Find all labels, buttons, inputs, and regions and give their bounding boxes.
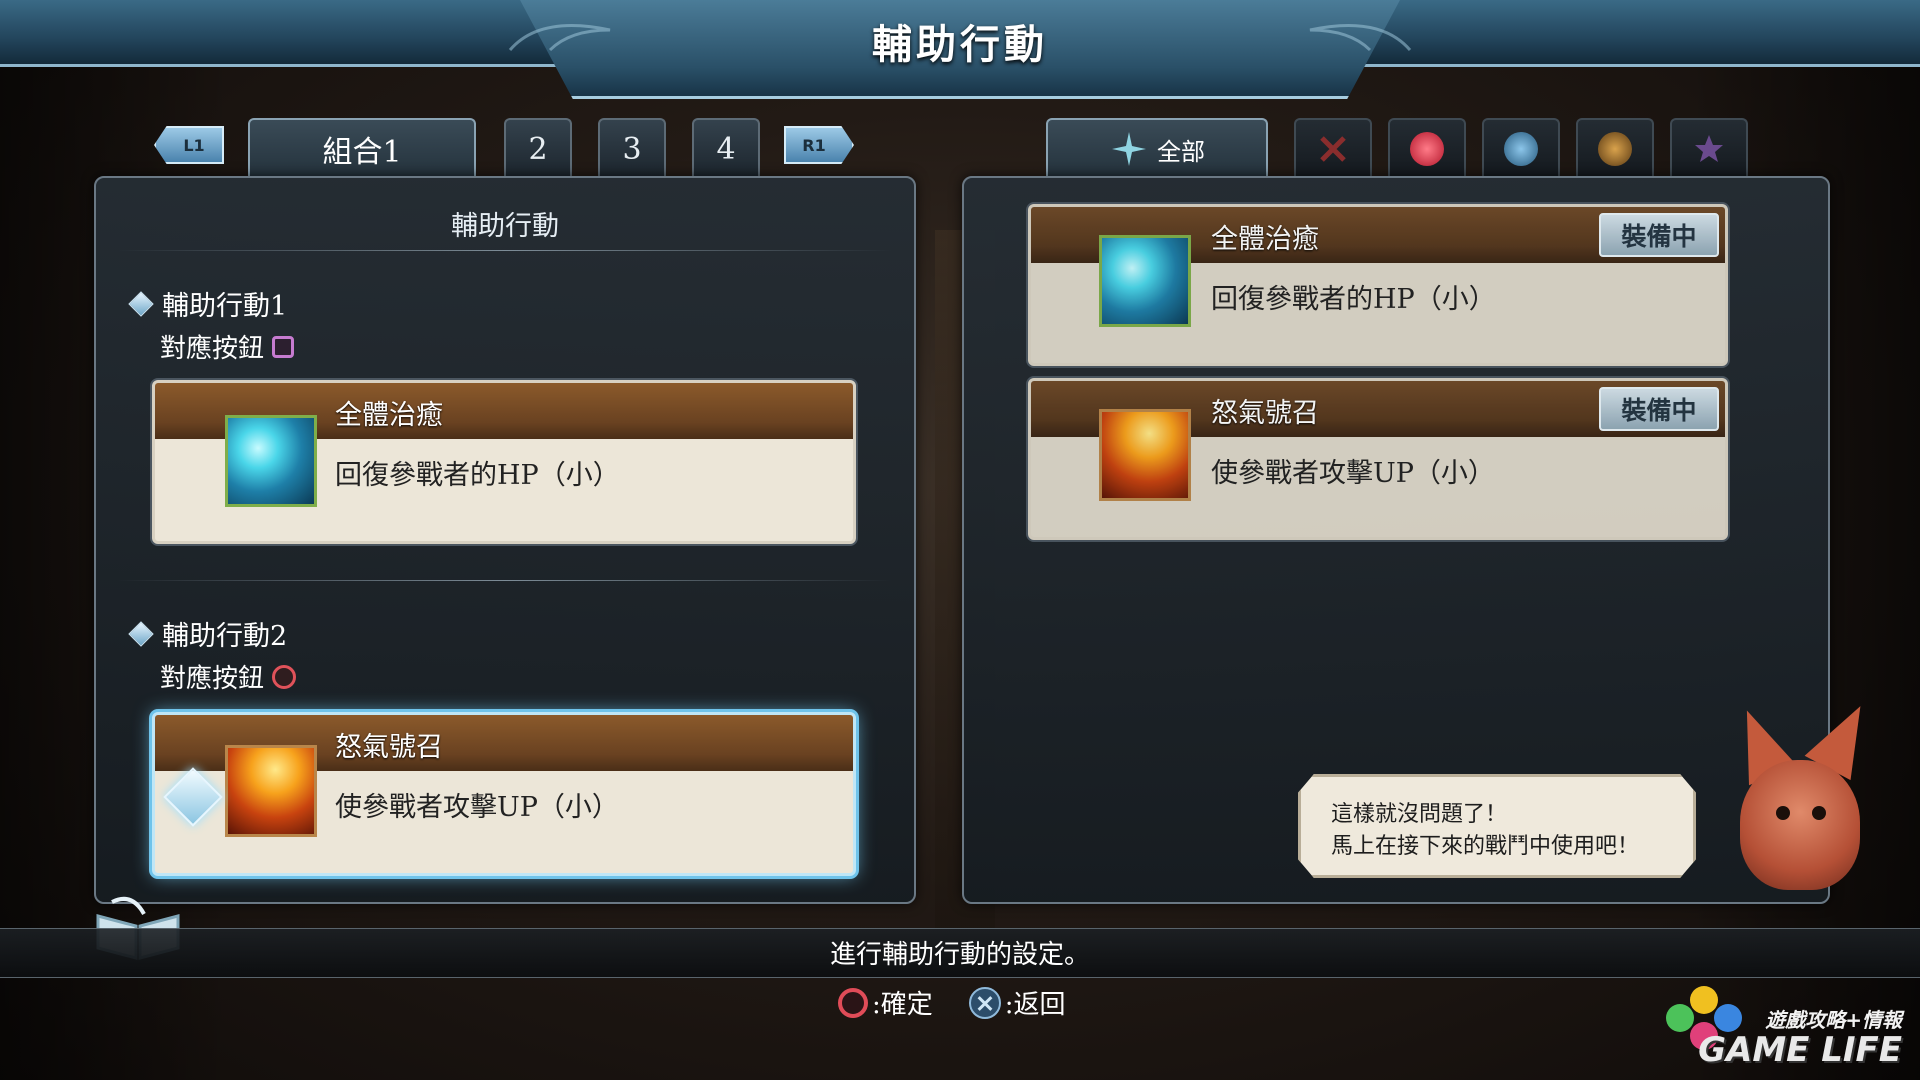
heart-filter-icon (1410, 132, 1444, 166)
diamond-icon (128, 290, 154, 317)
slot-2-skill-card[interactable]: 怒氣號召 使參戰者攻擊UP（小） (152, 712, 856, 876)
square-button-icon (272, 335, 295, 358)
skill-name: 怒氣號召 (1211, 398, 1319, 429)
diamond-icon (128, 620, 154, 647)
button-prompts: :確定 :返回 (838, 984, 1066, 1021)
r1-shoulder-button[interactable]: R1 (784, 126, 854, 164)
heal-skill-icon (1099, 235, 1191, 327)
watermark-title: GAME LIFE (1698, 1030, 1902, 1070)
slot-2-title: 輔助行動2 (128, 614, 288, 653)
rage-skill-icon (1099, 409, 1191, 501)
slot-1-button-label: 對應按鈕 (160, 334, 265, 364)
slot-2-title-text: 輔助行動2 (162, 621, 288, 652)
equipped-badge: 裝備中 (1599, 213, 1719, 257)
l1-shoulder-button[interactable]: L1 (154, 126, 224, 164)
circle-button-icon (272, 664, 297, 689)
watermark-subtitle: 遊戲攻略+情報 (1765, 1008, 1902, 1032)
mascot-eye (1812, 806, 1826, 820)
tab-set-4[interactable]: 4 (692, 118, 760, 178)
skill-name: 全體治癒 (1211, 224, 1319, 255)
skill-description: 使參戰者攻擊UP（小） (1211, 458, 1495, 489)
slot-1-title: 輔助行動1 (128, 284, 288, 323)
filter-tab-status[interactable] (1576, 118, 1654, 178)
speech-line-2: 馬上在接下來的戰鬥中使用吧！ (1331, 834, 1640, 859)
slot-divider (118, 580, 892, 581)
tab-set-3[interactable]: 3 (598, 118, 666, 178)
filter-tab-attack[interactable] (1294, 118, 1372, 178)
filter-tab-special[interactable] (1670, 118, 1748, 178)
star-filter-icon (1695, 135, 1723, 162)
tab-set-1[interactable]: 組合1 (248, 118, 476, 178)
orb-filter-icon (1598, 132, 1632, 166)
filter-tab-heal[interactable] (1388, 118, 1466, 178)
page-title: 輔助行動 (872, 21, 1048, 68)
mascot-character (1740, 760, 1860, 890)
skill-list-item[interactable]: 全體治癒 回復參戰者的HP（小） 裝備中 (1028, 204, 1728, 366)
shield-filter-icon (1504, 132, 1538, 166)
slot-1-skill-card[interactable]: 全體治癒 回復參戰者的HP（小） (152, 380, 856, 544)
slot-2-button-label: 對應按鈕 (160, 664, 265, 694)
tab-set-2[interactable]: 2 (504, 118, 572, 178)
slot-2-button-mapping: 對應按鈕 (160, 658, 297, 695)
all-filter-icon (1112, 132, 1146, 166)
mascot-eye (1776, 806, 1790, 820)
mascot-speech-bubble: 這樣就沒問題了！ 馬上在接下來的戰鬥中使用吧！ (1298, 774, 1696, 878)
filter-tab-defense[interactable] (1482, 118, 1560, 178)
slot-1-button-mapping: 對應按鈕 (160, 328, 295, 365)
skill-description: 回復參戰者的HP（小） (335, 460, 620, 491)
skill-description: 使參戰者攻擊UP（小） (335, 792, 619, 823)
equipped-badge: 裝備中 (1599, 387, 1719, 431)
help-text: 進行輔助行動的設定。 (829, 940, 1090, 970)
heal-skill-icon (225, 415, 317, 507)
filter-tab-all[interactable]: 全部 (1046, 118, 1268, 178)
rage-skill-icon (225, 745, 317, 837)
skill-name: 全體治癒 (335, 400, 443, 431)
sword-filter-icon (1320, 136, 1346, 162)
cross-button-icon (968, 986, 1001, 1019)
skill-description: 回復參戰者的HP（小） (1211, 284, 1496, 315)
panel-heading: 輔助行動 (451, 211, 559, 242)
skill-name: 怒氣號召 (335, 732, 443, 763)
filter-all-label: 全部 (1157, 137, 1205, 166)
confirm-prompt[interactable]: :確定 (872, 984, 933, 1021)
back-prompt[interactable]: :返回 (1005, 984, 1066, 1021)
skill-list-item[interactable]: 怒氣號召 使參戰者攻擊UP（小） 裝備中 (1028, 378, 1728, 540)
heading-divider (118, 250, 892, 251)
slot-1-title-text: 輔助行動1 (162, 291, 288, 322)
speech-line-1: 這樣就沒問題了！ (1331, 802, 1508, 827)
circle-button-icon (838, 987, 868, 1018)
